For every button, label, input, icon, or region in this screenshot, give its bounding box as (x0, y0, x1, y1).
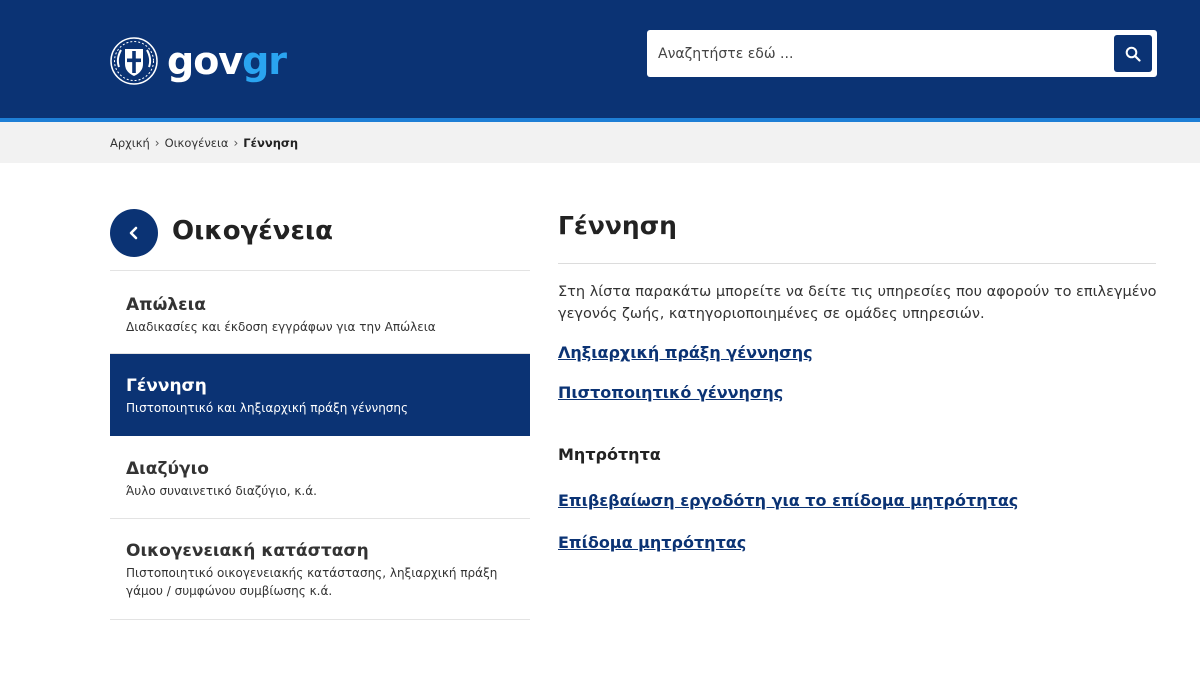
intro-text: Στη λίστα παρακάτω μπορείτε να δείτε τις… (558, 284, 1157, 322)
logo-gov-text: gov (167, 39, 243, 83)
sidebar-list: Απώλεια Διαδικασίες και έκδοση εγγράφων … (110, 270, 530, 620)
sidebar-item-loss[interactable]: Απώλεια Διαδικασίες και έκδοση εγγράφων … (110, 271, 530, 354)
sidebar-item-title: Διαζύγιο (126, 459, 209, 479)
greek-emblem-icon (110, 37, 158, 85)
chevron-right-icon: › (233, 135, 239, 150)
sidebar-item-desc: Διαδικασίες και έκδοση εγγράφων για την … (126, 320, 436, 334)
sidebar-item-desc: Πιστοποιητικό και ληξιαρχική πράξη γέννη… (126, 401, 409, 415)
search-box (647, 30, 1157, 77)
sidebar-item-title: Γέννηση (126, 376, 207, 396)
chevron-left-icon (129, 226, 138, 240)
link-birth-certificate[interactable]: Πιστοποιητικό γέννησης (558, 383, 783, 402)
page-title: Γέννηση (558, 211, 677, 240)
sidebar-item-desc: Πιστοποιητικό οικογενειακής κατάστασης, … (126, 566, 498, 598)
chevron-right-icon: › (154, 135, 160, 150)
link-employer-confirmation[interactable]: Επιβεβαίωση εργοδότη για το επίδομα μητρ… (558, 491, 1018, 510)
sidebar-item-title: Απώλεια (126, 295, 206, 315)
link-birth-registration[interactable]: Ληξιαρχική πράξη γέννησης (558, 343, 813, 362)
breadcrumb-link-home[interactable]: Αρχική (110, 136, 150, 150)
breadcrumb-current: Γέννηση (243, 135, 299, 150)
search-icon (1125, 46, 1141, 62)
group-title-maternity: Μητρότητα (558, 445, 661, 464)
breadcrumb-link-family[interactable]: Οικογένεια (165, 136, 229, 150)
back-button[interactable] (110, 209, 158, 257)
title-divider (558, 263, 1156, 264)
search-button[interactable] (1114, 35, 1152, 72)
govgr-logo[interactable]: govgr (110, 36, 287, 86)
logo-gr-text: gr (242, 39, 287, 83)
search-input[interactable] (658, 30, 1108, 77)
sidebar-item-family-status[interactable]: Οικογενειακή κατάσταση Πιστοποιητικό οικ… (110, 519, 530, 620)
breadcrumb-bar: Αρχική › Οικογένεια › Γέννηση (0, 122, 1200, 163)
site-header: govgr (0, 0, 1200, 118)
sidebar-item-birth[interactable]: Γέννηση Πιστοποιητικό και ληξιαρχική πρά… (110, 354, 530, 436)
logo-wordmark: govgr (167, 39, 287, 83)
sidebar-item-desc: Άυλο συναινετικό διαζύγιο, κ.ά. (126, 484, 317, 498)
link-maternity-allowance[interactable]: Επίδομα μητρότητας (558, 533, 746, 552)
sidebar-title: Οικογένεια (172, 216, 333, 246)
sidebar-item-title: Οικογενειακή κατάσταση (126, 541, 369, 561)
sidebar-item-divorce[interactable]: Διαζύγιο Άυλο συναινετικό διαζύγιο, κ.ά. (110, 436, 530, 519)
breadcrumb: Αρχική › Οικογένεια › Γέννηση (110, 122, 298, 163)
